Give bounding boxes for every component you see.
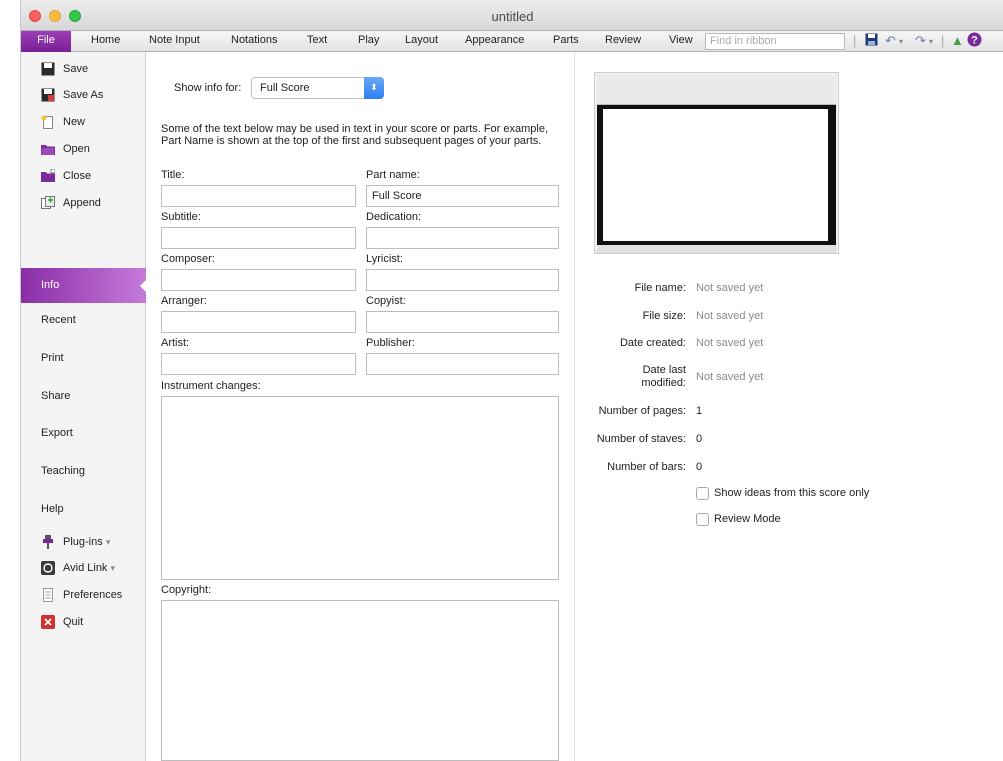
separator-icon: | (941, 33, 945, 48)
instrument-changes-field[interactable] (161, 396, 559, 580)
copyright-label: Copyright: (161, 584, 212, 596)
bars-value: 0 (696, 461, 703, 473)
copyist-field[interactable] (366, 311, 559, 333)
save-as-icon (41, 88, 55, 102)
nav-export[interactable]: Export (41, 427, 73, 439)
redo-icon[interactable]: ↷ (915, 33, 926, 49)
preview-ribbon (597, 75, 836, 105)
svg-text:?: ? (971, 35, 978, 47)
sibelius-window: untitled File Home Note Input Notations … (20, 0, 1003, 761)
tab-home[interactable]: Home (91, 34, 120, 46)
arranger-field[interactable] (161, 311, 356, 333)
artist-label: Artist: (161, 337, 190, 349)
dropdown-caret-icon: ▾ (110, 563, 116, 573)
quit-icon (41, 615, 55, 629)
undo-dropdown-icon[interactable]: ▾ (899, 37, 903, 46)
save-icon[interactable] (865, 33, 878, 49)
nav-teaching[interactable]: Teaching (41, 465, 85, 477)
tab-text[interactable]: Text (307, 34, 327, 46)
score-preview-thumbnail (594, 72, 839, 254)
preferences-icon (41, 588, 55, 602)
copyright-field[interactable] (161, 600, 559, 761)
composer-label: Composer: (161, 253, 215, 265)
nav-help[interactable]: Help (41, 503, 64, 515)
tab-notations[interactable]: Notations (231, 34, 277, 46)
info-description: Some of the text below may be used in te… (161, 123, 549, 147)
nav-print[interactable]: Print (41, 352, 64, 364)
file-name-value: Not saved yet (696, 282, 764, 294)
close-folder-icon (41, 168, 56, 183)
subtitle-label: Subtitle: (161, 211, 201, 223)
tab-note-input[interactable]: Note Input (149, 34, 200, 46)
file-size-label: File size: (642, 310, 686, 322)
part-name-field[interactable]: Full Score (366, 185, 559, 207)
save-icon (41, 62, 55, 76)
pages-label: Number of pages: (598, 405, 686, 417)
tab-play[interactable]: Play (358, 34, 379, 46)
redo-dropdown-icon[interactable]: ▾ (929, 37, 933, 46)
review-mode-checkbox[interactable] (696, 513, 709, 526)
ribbon-collapse-icon[interactable]: ▲ (951, 33, 964, 48)
instrument-changes-label: Instrument changes: (161, 380, 261, 392)
dedication-label: Dedication: (366, 211, 422, 223)
preview-page (603, 109, 828, 241)
file-name-label: File name: (634, 282, 686, 294)
select-arrows-icon: ⬍ (364, 77, 384, 99)
dedication-field[interactable] (366, 227, 559, 249)
new-icon (41, 115, 55, 129)
tab-appearance[interactable]: Appearance (465, 34, 524, 46)
composer-field[interactable] (161, 269, 356, 291)
nav-share[interactable]: Share (41, 390, 70, 402)
publisher-field[interactable] (366, 353, 559, 375)
review-mode-label: Review Mode (714, 513, 781, 525)
staves-label: Number of staves: (596, 433, 686, 445)
title-label: Title: (161, 169, 185, 181)
ribbon-tab-bar: File Home Note Input Notations Text Play… (21, 31, 1003, 52)
lyricist-field[interactable] (366, 269, 559, 291)
file-size-value: Not saved yet (696, 310, 764, 322)
dropdown-caret-icon: ▾ (105, 537, 111, 547)
plugin-icon (41, 535, 55, 549)
preview-canvas (597, 105, 836, 245)
open-folder-icon (41, 142, 55, 156)
preview-status-bar (597, 245, 836, 253)
show-info-select[interactable]: Full Score ⬍ (251, 77, 384, 99)
show-ideas-label: Show ideas from this score only (714, 487, 870, 499)
active-pointer-icon (140, 279, 147, 293)
subtitle-field[interactable] (161, 227, 356, 249)
date-created-value: Not saved yet (696, 337, 764, 349)
publisher-label: Publisher: (366, 337, 415, 349)
find-in-ribbon-input[interactable]: Find in ribbon (705, 33, 845, 50)
bars-label: Number of bars: (607, 461, 686, 473)
nav-info[interactable]: Info (21, 268, 147, 303)
tab-layout[interactable]: Layout (405, 34, 438, 46)
append-icon (41, 196, 55, 210)
copyist-label: Copyist: (366, 295, 406, 307)
artist-field[interactable] (161, 353, 356, 375)
date-modified-value: Not saved yet (696, 371, 764, 383)
staves-value: 0 (696, 433, 703, 445)
date-created-label: Date created: (619, 337, 686, 349)
tab-review[interactable]: Review (605, 34, 641, 46)
file-backstage-nav: Save Save As New Open Close Append Info … (21, 52, 147, 761)
tab-parts[interactable]: Parts (553, 34, 579, 46)
separator-icon: | (853, 33, 857, 48)
show-info-label: Show info for: (174, 82, 242, 94)
avid-link-icon (41, 561, 55, 575)
window-title: untitled (491, 9, 534, 24)
part-name-label: Part name: (366, 169, 420, 181)
date-modified-label: Date last modified: (641, 364, 686, 389)
nav-recent[interactable]: Recent (41, 314, 76, 326)
pages-value: 1 (696, 405, 703, 417)
lyricist-label: Lyricist: (366, 253, 403, 265)
help-icon[interactable]: ? (967, 32, 982, 50)
show-ideas-checkbox[interactable] (696, 487, 709, 500)
title-field[interactable] (161, 185, 356, 207)
tab-file[interactable]: File (21, 31, 71, 52)
tab-view[interactable]: View (669, 34, 693, 46)
title-bar: untitled (21, 0, 1003, 31)
undo-icon[interactable]: ↶ (885, 33, 896, 49)
arranger-label: Arranger: (161, 295, 207, 307)
